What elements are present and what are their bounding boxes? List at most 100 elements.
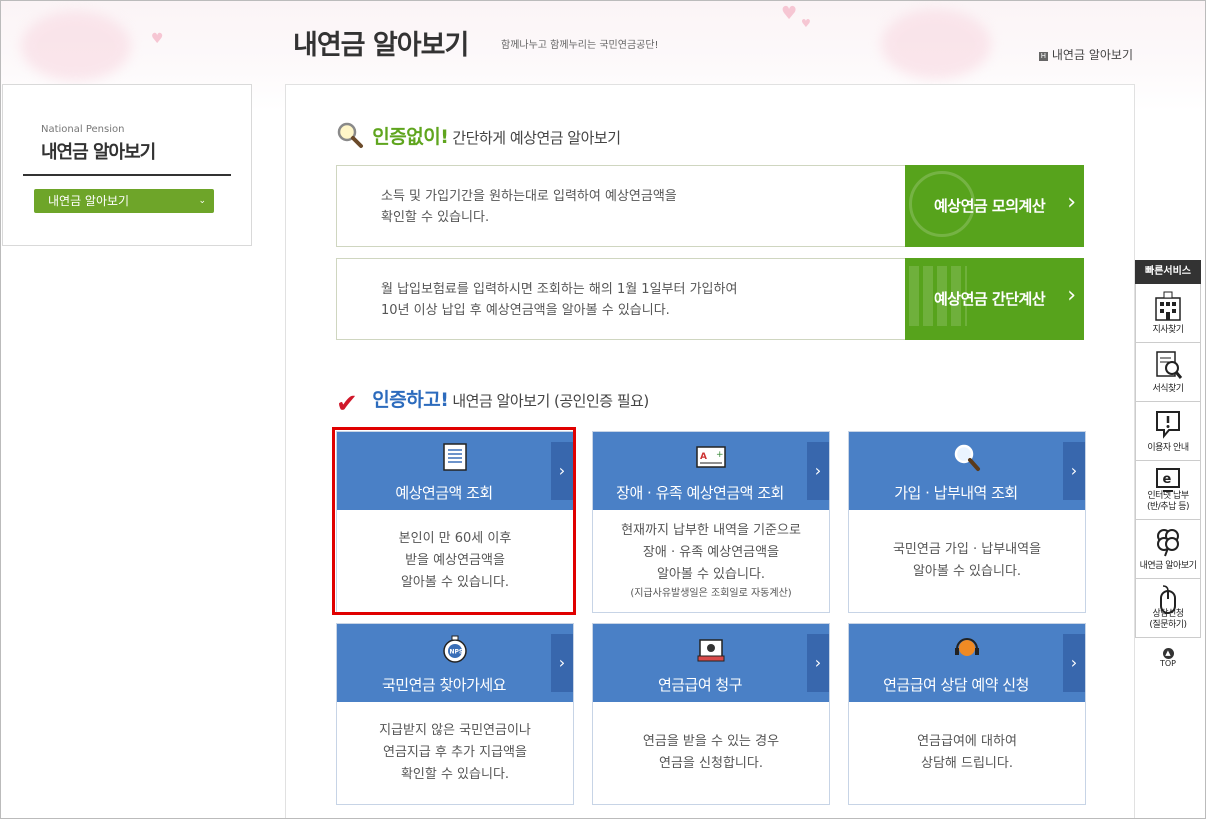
simulation-row: 소득 및 가입기간을 원하는대로 입력하여 예상연금액을 확인할 수 있습니다.…: [336, 165, 1084, 247]
quick-my-pension[interactable]: 내연금 알아보기: [1135, 520, 1201, 579]
speech-exclamation-icon: [1156, 411, 1180, 439]
quick-internet-payment[interactable]: e 인터넷 납부 (반/추납 등): [1135, 461, 1201, 520]
sidebar-title: 내연금 알아보기: [41, 142, 156, 163]
card-text-line: 알아볼 수 있습니다.: [912, 564, 1022, 579]
row-description-line: 월 납입보험료를 입력하시면 조회하는 해의 1월 1일부터 가입하여: [381, 282, 738, 297]
page-title: 내연금 알아보기: [293, 30, 469, 61]
button-label: 예상연금 모의계산: [934, 197, 1046, 215]
card-note: (지급사유발생일은 조회일로 자동계산): [630, 588, 792, 599]
svg-text:e: e: [1163, 472, 1172, 487]
magnifier-icon: [954, 444, 980, 471]
quick-item-label: 서식찾기: [1152, 384, 1184, 394]
card-unclaimed-pension[interactable]: NPS 국민연금 찾아가세요 › 지급받지 않은 국민연금이나 연금지급 후 추…: [336, 623, 574, 805]
card-benefit-claim[interactable]: 연금급여 청구 › 연금을 받을 수 있는 경우 연금을 신청합니다.: [592, 623, 830, 805]
chevron-right-icon[interactable]: ›: [551, 634, 573, 692]
chevron-right-icon[interactable]: ›: [807, 442, 829, 500]
section-title-auth: ✔ 인증하고! 내연금 알아보기 (공인인증 필요): [336, 385, 649, 418]
svg-text:+: +: [716, 450, 724, 460]
quick-service-title: 빠른서비스: [1135, 260, 1201, 284]
row-description: 월 납입보험료를 입력하시면 조회하는 해의 1월 1일부터 가입하여 10년 …: [381, 279, 737, 321]
heart-decoration-icon: ♥: [781, 3, 798, 24]
sidebar-menu-select[interactable]: 내연금 알아보기 ⌄: [34, 189, 214, 213]
quick-service-panel: 빠른서비스 지사찾기 서식찾기 이용자 안내 e 인터넷 납부 (반/추납 등)…: [1135, 260, 1201, 668]
svg-text:NPS: NPS: [450, 649, 464, 656]
quick-consultation[interactable]: 상담신청 (질문하기): [1135, 579, 1201, 638]
section-title-no-auth: 인증없이! 간단하게 예상연금 알아보기: [336, 121, 621, 149]
quick-item-label: 인터넷 납부 (반/추납 등): [1146, 491, 1190, 512]
section-subtitle: 간단하게 예상연금 알아보기: [452, 129, 621, 147]
chevron-right-icon: ›: [1067, 190, 1076, 215]
page-slogan: 함께나누고 함께누리는 국민연금공단!: [501, 40, 659, 51]
background-decoration: [21, 11, 131, 81]
arrow-up-icon: ▲: [1162, 648, 1174, 659]
highlight-box: [332, 427, 576, 615]
card-disability-survivor[interactable]: A + 장애 · 유족 예상연금액 조회 › 현재까지 납부한 내역을 기준으로 …: [592, 431, 830, 613]
left-sidebar: National Pension 내연금 알아보기 내연금 알아보기 ⌄: [2, 84, 252, 246]
card-text-line: 장애 · 유족 예상연금액을: [642, 545, 780, 560]
top-label: TOP: [1159, 659, 1176, 668]
card-text-line: 연금을 받을 수 있는 경우: [642, 734, 780, 749]
card-title: 가입 · 납부내역 조회: [894, 484, 1018, 502]
section-highlight: 인증없이!: [372, 126, 449, 148]
simulation-calc-button[interactable]: 예상연금 모의계산 ›: [905, 165, 1084, 247]
register-icon: [697, 639, 725, 662]
page-frame: ♥ ♥ ♥ 내연금 알아보기 함께나누고 함께누리는 국민연금공단! H 내연금 …: [0, 0, 1206, 819]
checkmark-icon: ✔: [336, 389, 358, 419]
card-text-line: 확인할 수 있습니다.: [400, 767, 510, 782]
chevron-right-icon[interactable]: ›: [807, 634, 829, 692]
card-text-line: 연금을 신청합니다.: [659, 756, 763, 771]
quick-item-label: 내연금 알아보기: [1139, 561, 1197, 571]
quick-form-finder[interactable]: 서식찾기: [1135, 343, 1201, 402]
quick-branch-finder[interactable]: 지사찾기: [1135, 284, 1201, 343]
quick-user-guide[interactable]: 이용자 안내: [1135, 402, 1201, 461]
clover-icon: [1157, 529, 1179, 557]
simple-calc-button[interactable]: 예상연금 간단계산 ›: [905, 258, 1084, 340]
building-icon: [1155, 291, 1181, 321]
breadcrumb-current[interactable]: 내연금 알아보기: [1052, 48, 1133, 62]
id-card-icon: A +: [696, 446, 726, 468]
card-description: 국민연금 가입 · 납부내역을 알아볼 수 있습니다.: [849, 510, 1085, 612]
section-subtitle: 내연금 알아보기 (공인인증 필요): [452, 392, 649, 410]
row-description-line: 확인할 수 있습니다.: [381, 210, 490, 225]
top-button[interactable]: ▲ TOP: [1135, 648, 1201, 668]
document-search-icon: [1156, 351, 1183, 379]
chevron-right-icon: ›: [1067, 283, 1076, 308]
card-description: 연금을 받을 수 있는 경우 연금을 신청합니다.: [593, 702, 829, 804]
card-text-line: 연금지급 후 추가 지급액을: [383, 745, 527, 760]
card-title: 연금급여 상담 예약 신청: [883, 676, 1029, 694]
card-text-line: 상담해 드립니다.: [921, 756, 1013, 771]
heart-decoration-icon: ♥: [801, 17, 811, 30]
quick-item-label: 상담신청 (질문하기): [1149, 609, 1187, 630]
card-text-line: 지급받지 않은 국민연금이나: [379, 723, 531, 738]
button-label: 예상연금 간단계산: [934, 290, 1046, 308]
chevron-right-icon[interactable]: ›: [1063, 634, 1085, 692]
row-description: 소득 및 가입기간을 원하는대로 입력하여 예상연금액을 확인할 수 있습니다.: [381, 186, 677, 228]
sidebar-divider: [23, 174, 231, 176]
card-description: 지급받지 않은 국민연금이나 연금지급 후 추가 지급액을 확인할 수 있습니다…: [337, 702, 573, 804]
card-title: 연금급여 청구: [657, 676, 743, 694]
sidebar-menu-label: 내연금 알아보기: [48, 194, 130, 208]
nps-bag-icon: NPS: [443, 635, 467, 663]
card-contribution-history[interactable]: 가입 · 납부내역 조회 › 국민연금 가입 · 납부내역을 알아볼 수 있습니…: [848, 431, 1086, 613]
card-description: 현재까지 납부한 내역을 기준으로 장애 · 유족 예상연금액을 알아볼 수 있…: [593, 510, 829, 612]
card-text-line: 연금급여에 대하여: [917, 734, 1017, 749]
home-icon[interactable]: H: [1038, 52, 1048, 61]
chevron-right-icon[interactable]: ›: [1063, 442, 1085, 500]
card-text-line: 현재까지 납부한 내역을 기준으로: [621, 523, 801, 538]
card-text-line: 알아볼 수 있습니다.: [656, 567, 766, 582]
card-title: 국민연금 찾아가세요: [382, 676, 506, 694]
headset-icon: [955, 638, 979, 656]
main-content: 인증없이! 간단하게 예상연금 알아보기 소득 및 가입기간을 원하는대로 입력하…: [285, 84, 1135, 818]
magnifier-icon: [336, 121, 364, 149]
row-description-line: 10년 이상 납입 후 예상연금액을 알아볼 수 있습니다.: [381, 303, 670, 318]
card-description: 연금급여에 대하여 상담해 드립니다.: [849, 702, 1085, 804]
svg-text:A: A: [700, 452, 707, 462]
card-consultation-booking[interactable]: 연금급여 상담 예약 신청 › 연금급여에 대하여 상담해 드립니다.: [848, 623, 1086, 805]
background-decoration: [881, 9, 991, 79]
section-highlight: 인증하고!: [372, 389, 449, 411]
breadcrumb: H 내연금 알아보기: [1038, 46, 1133, 63]
simple-calc-row: 월 납입보험료를 입력하시면 조회하는 해의 1월 1일부터 가입하여 10년 …: [336, 258, 1084, 340]
card-text-line: 국민연금 가입 · 납부내역을: [892, 542, 1042, 557]
sidebar-eyebrow: National Pension: [41, 124, 125, 135]
heart-decoration-icon: ♥: [151, 31, 164, 47]
